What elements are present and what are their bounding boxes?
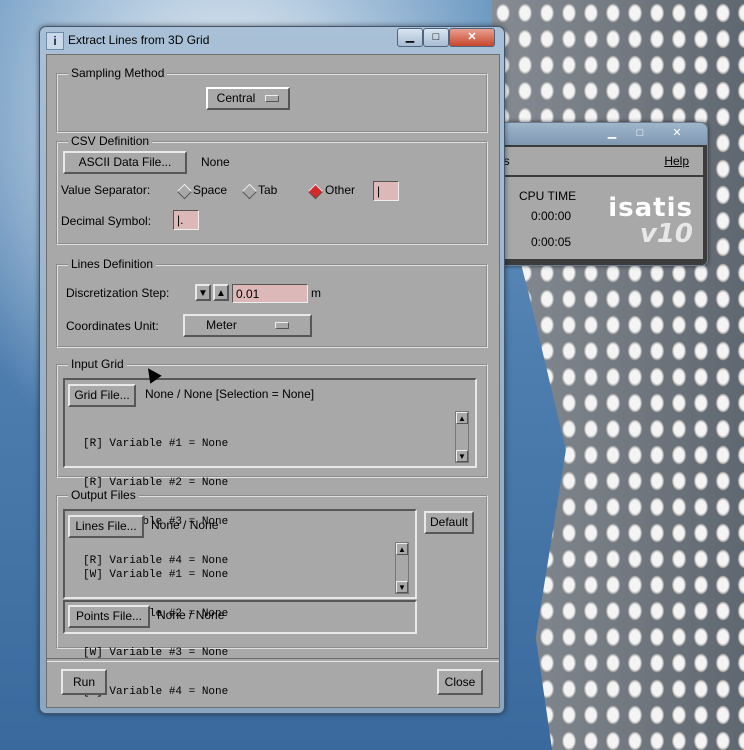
bg-minimize-button[interactable]: ▁	[601, 126, 623, 141]
background-titlebar: ▁ □ ✕	[491, 123, 707, 145]
option-menu-indicator-icon	[265, 95, 280, 103]
points-file-value: None / None	[157, 608, 225, 622]
input-grid-group: Input Grid Grid File... None / None [Sel…	[56, 357, 488, 567]
close-window-button[interactable]: ✕	[449, 28, 495, 47]
extract-lines-window: i Extract Lines from 3D Grid ▁ □ ✕ Sampl…	[39, 26, 505, 714]
group-title: Output Files	[68, 488, 139, 502]
select-value: Central	[216, 91, 256, 105]
lines-file-panel: Lines File... None / None [W] Variable #…	[63, 509, 417, 698]
cpu-time-label: CPU TIME	[519, 189, 577, 203]
window-client-area: Sampling Method Central CSV Definition A…	[46, 54, 500, 708]
window-title: Extract Lines from 3D Grid	[68, 33, 210, 47]
option-menu-indicator-icon	[274, 322, 289, 330]
radio-tab[interactable]	[241, 183, 258, 200]
group-title: Input Grid	[68, 357, 127, 371]
group-title: CSV Definition	[68, 134, 153, 148]
output-variable-list: [W] Variable #1 = None [W] Variable #2 =…	[83, 543, 228, 725]
other-separator-input[interactable]: |	[373, 181, 399, 201]
lines-file-value: None / None	[151, 518, 219, 532]
group-title: Lines Definition	[68, 257, 157, 271]
increment-arrow-icon[interactable]: ▲	[213, 284, 229, 301]
coordinates-unit-select[interactable]: Meter	[183, 314, 312, 337]
discretization-step-unit: m	[311, 286, 321, 300]
background-isatis-window: ▁ □ ✕ es Help CPU TIME 0:00:00 0:00:05 i…	[490, 122, 708, 266]
sampling-method-group: Sampling Method Central	[56, 66, 488, 133]
cpu-time-value: 0:00:05	[531, 235, 572, 249]
footer-divider	[47, 658, 499, 662]
decimal-symbol-input[interactable]: |.	[173, 210, 199, 230]
decrement-arrow-icon[interactable]: ▼	[195, 284, 211, 301]
points-file-button[interactable]: Points File...	[68, 605, 150, 628]
grid-file-value: None / None [Selection = None]	[145, 387, 315, 401]
scroll-down-arrow-icon[interactable]: ▼	[456, 450, 468, 462]
radio-label-tab: Tab	[258, 183, 278, 197]
radio-label-space: Space	[193, 183, 228, 197]
radio-label-other: Other	[325, 183, 356, 197]
csv-definition-group: CSV Definition ASCII Data File... None V…	[56, 134, 488, 245]
maximize-button[interactable]: □	[423, 28, 449, 47]
lines-definition-group: Lines Definition Discretization Step: ▼ …	[56, 257, 488, 348]
info-icon: i	[46, 32, 64, 50]
bg-close-button[interactable]: ✕	[666, 126, 688, 141]
scroll-up-arrow-icon[interactable]: ▲	[396, 543, 408, 555]
scroll-down-arrow-icon[interactable]: ▼	[396, 581, 408, 593]
minimize-button[interactable]: ▁	[397, 28, 423, 47]
ascii-data-file-value: None	[201, 155, 230, 169]
close-button[interactable]: Close	[437, 669, 483, 695]
bg-maximize-button[interactable]: □	[629, 126, 651, 141]
default-button[interactable]: Default	[424, 511, 474, 534]
select-value: Meter	[206, 318, 237, 332]
decimal-symbol-label: Decimal Symbol:	[61, 214, 152, 228]
discretization-step-label: Discretization Step:	[66, 286, 170, 300]
lines-file-button[interactable]: Lines File...	[68, 515, 144, 538]
title-bar: i Extract Lines from 3D Grid ▁ □ ✕	[40, 27, 504, 53]
coordinates-unit-label: Coordinates Unit:	[66, 319, 159, 333]
grid-file-button[interactable]: Grid File...	[68, 384, 136, 407]
input-variable-scrollbar[interactable]: ▲ ▼	[455, 411, 469, 463]
run-button[interactable]: Run	[61, 669, 107, 695]
list-item[interactable]: [R] Variable #1 = None	[83, 438, 228, 451]
background-building-image	[491, 0, 744, 750]
scroll-up-arrow-icon[interactable]: ▲	[456, 412, 468, 424]
points-file-panel: Points File... None / None	[63, 600, 417, 634]
discretization-step-input[interactable]: 0.01	[232, 284, 308, 303]
radio-other[interactable]	[307, 183, 324, 200]
ascii-data-file-button[interactable]: ASCII Data File...	[63, 151, 187, 174]
group-title: Sampling Method	[68, 66, 168, 80]
background-menubar: es Help	[495, 147, 703, 175]
value-separator-label: Value Separator:	[61, 183, 151, 197]
input-grid-panel: Grid File... None / None [Selection = No…	[63, 378, 477, 567]
list-item[interactable]: [W] Variable #1 = None	[83, 569, 228, 582]
sampling-method-select[interactable]: Central	[206, 87, 290, 110]
output-variable-scrollbar[interactable]: ▲ ▼	[395, 542, 409, 594]
bg-menu-help[interactable]: Help	[664, 154, 689, 168]
radio-space[interactable]	[176, 183, 193, 200]
cpu-time-value: 0:00:00	[531, 209, 572, 223]
isatis-version: v10	[639, 219, 693, 249]
output-files-group: Output Files Lines File... None / None […	[56, 488, 488, 698]
